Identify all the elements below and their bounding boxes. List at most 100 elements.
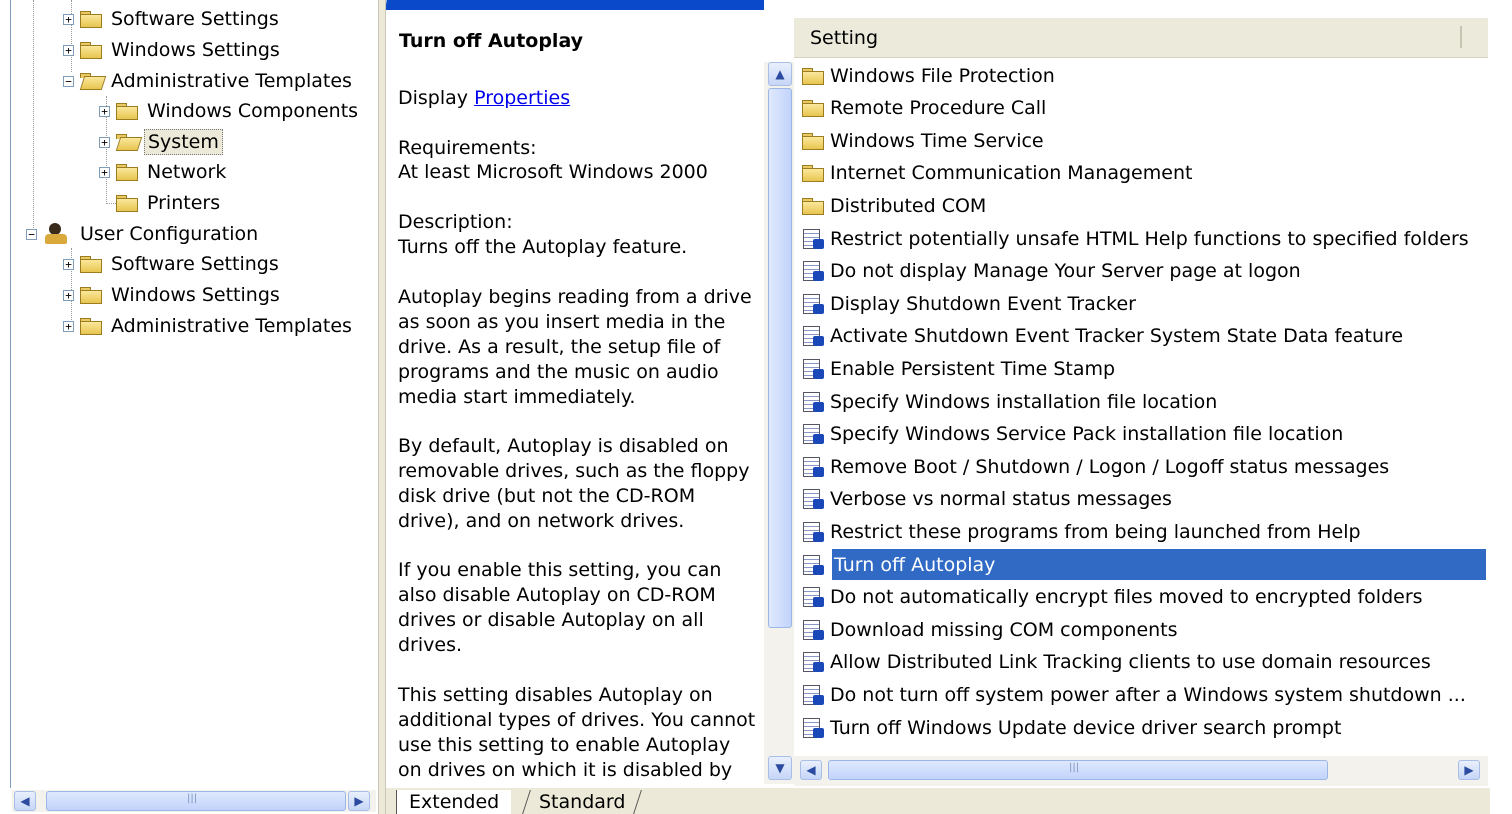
settings-row-label: Windows File Protection	[830, 64, 1055, 87]
scroll-thumb[interactable]: |||	[828, 760, 1328, 780]
folder-icon	[80, 42, 102, 59]
requirements-value: At least Microsoft Windows 2000	[398, 161, 708, 183]
policy-setting-icon	[802, 716, 824, 740]
tree-node-computer-software-settings[interactable]: + Software Settings	[63, 5, 282, 33]
policy-setting-icon	[802, 259, 824, 283]
collapse-icon[interactable]: −	[63, 75, 74, 87]
tree-node-label: Administrative Templates	[111, 315, 352, 337]
folder-icon	[116, 164, 138, 181]
tree-node-user-configuration[interactable]: − User Configuration	[26, 220, 261, 248]
settings-row-label: Specify Windows installation file locati…	[830, 390, 1218, 413]
scroll-right-button[interactable]: ▶	[1458, 760, 1480, 780]
expand-icon[interactable]: +	[63, 320, 74, 332]
settings-row[interactable]: Turn off Windows Update device driver se…	[802, 712, 1486, 743]
column-header-setting[interactable]: Setting	[794, 18, 1488, 58]
settings-row-label: Do not display Manage Your Server page a…	[830, 260, 1301, 283]
expand-icon[interactable]: +	[99, 105, 110, 117]
settings-row[interactable]: Distributed COM	[802, 190, 1486, 221]
tree-node-network[interactable]: + Network	[99, 158, 229, 186]
settings-row[interactable]: Restrict these programs from being launc…	[802, 516, 1486, 547]
column-separator[interactable]	[1460, 26, 1462, 48]
scroll-up-button[interactable]: ▲	[768, 62, 792, 86]
expand-icon[interactable]: +	[99, 166, 110, 178]
settings-row[interactable]: Activate Shutdown Event Tracker System S…	[802, 321, 1486, 352]
arrow-up-icon: ▲	[775, 67, 785, 81]
settings-row[interactable]: Display Shutdown Event Tracker	[802, 288, 1486, 319]
tree-node-label: Administrative Templates	[111, 70, 352, 92]
tree-node-label: Software Settings	[111, 8, 279, 30]
tree-node-user-administrative-templates[interactable]: + Administrative Templates	[63, 312, 355, 340]
settings-row-label: Internet Communication Management	[830, 162, 1193, 185]
settings-row-label: Turn off Autoplay	[834, 553, 996, 576]
policy-setting-icon	[802, 357, 824, 381]
tree-horizontal-scrollbar[interactable]: ◀ ||| ▶	[12, 790, 376, 812]
collapse-icon[interactable]: −	[26, 228, 37, 240]
settings-row[interactable]: Do not automatically encrypt files moved…	[802, 582, 1486, 613]
scroll-left-button[interactable]: ◀	[800, 760, 822, 780]
settings-row[interactable]: Verbose vs normal status messages	[802, 484, 1486, 515]
description-vertical-scrollbar[interactable]: ▲ ▼	[764, 62, 794, 784]
grip-icon: |||	[1069, 762, 1080, 773]
settings-row[interactable]: Allow Distributed Link Tracking clients …	[802, 647, 1486, 678]
torn-edge-decoration	[1490, 0, 1512, 814]
tree-node-user-windows-settings[interactable]: + Windows Settings	[63, 281, 283, 309]
arrow-down-icon: ▼	[775, 761, 785, 775]
tree-node-user-software-settings[interactable]: + Software Settings	[63, 250, 282, 278]
settings-row[interactable]: Windows File Protection	[802, 60, 1486, 91]
list-horizontal-scrollbar[interactable]: ◀ ||| ▶	[794, 756, 1488, 786]
tree-node-computer-windows-settings[interactable]: + Windows Settings	[63, 36, 283, 64]
tab-standard[interactable]: Standard	[522, 790, 643, 814]
tab-extended[interactable]: Extended	[396, 790, 512, 814]
settings-row[interactable]: Enable Persistent Time Stamp	[802, 353, 1486, 384]
expand-icon[interactable]: +	[63, 13, 74, 25]
tree-node-system[interactable]: + System	[99, 128, 223, 156]
scroll-left-button[interactable]: ◀	[14, 791, 36, 811]
settings-row-label: Windows Time Service	[830, 129, 1044, 152]
settings-row[interactable]: Specify Windows installation file locati…	[802, 386, 1486, 417]
description-paragraph: By default, Autoplay is disabled on remo…	[398, 435, 750, 532]
expand-icon[interactable]: +	[63, 289, 74, 301]
tree-node-label: Printers	[147, 192, 221, 214]
tree-node-printers[interactable]: Printers	[116, 189, 223, 217]
arrow-right-icon: ▶	[354, 794, 364, 808]
folder-icon	[802, 67, 824, 85]
settings-row-label: Remove Boot / Shutdown / Logon / Logoff …	[830, 455, 1390, 478]
settings-row[interactable]: Internet Communication Management	[802, 158, 1486, 189]
folder-icon	[116, 103, 138, 120]
settings-row-label: Do not automatically encrypt files moved…	[830, 586, 1423, 609]
settings-row[interactable]: Windows Time Service	[802, 125, 1486, 156]
scroll-thumb[interactable]	[768, 88, 792, 628]
scroll-thumb[interactable]: |||	[46, 791, 346, 811]
folder-icon	[802, 100, 824, 118]
tree-node-computer-administrative-templates[interactable]: − Administrative Templates	[63, 67, 355, 95]
display-label: Display	[398, 87, 469, 109]
tree-node-label: Windows Components	[147, 100, 359, 122]
description-label: Description:	[398, 211, 513, 233]
scroll-right-button[interactable]: ▶	[348, 791, 370, 811]
settings-row-label: Display Shutdown Event Tracker	[830, 292, 1136, 315]
pane-splitter[interactable]	[378, 0, 386, 814]
folder-icon	[80, 11, 102, 28]
settings-row-label: Download missing COM components	[830, 618, 1178, 641]
settings-row[interactable]: Remote Procedure Call	[802, 93, 1486, 124]
settings-row-label: Allow Distributed Link Tracking clients …	[830, 651, 1431, 674]
policy-setting-icon	[802, 292, 824, 316]
settings-row[interactable]: Specify Windows Service Pack installatio…	[802, 419, 1486, 450]
settings-row[interactable]: Do not display Manage Your Server page a…	[802, 256, 1486, 287]
settings-row[interactable]: Download missing COM components	[802, 614, 1486, 645]
settings-row[interactable]: Do not turn off system power after a Win…	[802, 679, 1486, 710]
description-pane: Turn off Autoplay Display Properties Req…	[386, 0, 764, 788]
tree-node-label: Windows Settings	[111, 284, 280, 306]
expand-icon[interactable]: +	[63, 44, 74, 56]
settings-row-label: Activate Shutdown Event Tracker System S…	[830, 325, 1404, 348]
policy-setting-icon	[802, 553, 824, 577]
properties-link[interactable]: Properties	[474, 87, 570, 109]
settings-row[interactable]: Remove Boot / Shutdown / Logon / Logoff …	[802, 451, 1486, 482]
grip-icon: |||	[187, 793, 198, 804]
settings-row[interactable]: Restrict potentially unsafe HTML Help fu…	[802, 223, 1486, 254]
settings-row-selected[interactable]: Turn off Autoplay	[803, 549, 1486, 580]
scroll-down-button[interactable]: ▼	[768, 756, 792, 780]
tree-node-windows-components[interactable]: + Windows Components	[99, 97, 361, 125]
expand-icon[interactable]: +	[99, 136, 110, 148]
expand-icon[interactable]: +	[63, 258, 74, 270]
